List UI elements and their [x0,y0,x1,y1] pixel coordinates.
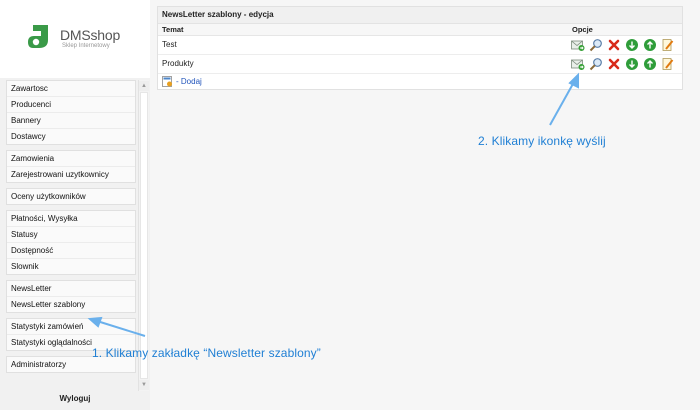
sidebar-item-dostepnosc[interactable]: Dostępność [7,243,135,259]
move-down-icon[interactable] [625,38,639,52]
dmsshop-logo-icon [28,25,48,48]
menu-group-settings: Płatności, Wysyłka Statusy Dostępność Sl… [6,210,136,275]
send-mail-icon[interactable] [571,57,585,71]
sidebar-scrollbar[interactable]: ▲ ▼ [138,80,149,391]
annotation-step-2: 2. Klikamy ikonkę wyślij [478,134,606,148]
sidebar-item-statystyki-zamowien[interactable]: Statystyki zamówień [7,319,135,335]
sidebar-item-zarejestrowani[interactable]: Zarejestrowani uzytkownicy [7,167,135,182]
sidebar-item-dostawcy[interactable]: Dostawcy [7,129,135,144]
panel-title: NewsLetter szablony - edycja [158,7,682,24]
table-header: Temat Opcje [158,24,682,36]
add-row: - Dodaj [158,74,682,90]
menu-group-content: Zawartosc Producenci Bannery Dostawcy [6,80,136,145]
edit-icon[interactable] [661,57,675,71]
add-document-icon[interactable] [162,76,173,87]
move-up-icon[interactable] [643,38,657,52]
scroll-down-icon[interactable]: ▼ [139,380,149,390]
sidebar-item-platnosci[interactable]: Płatności, Wysyłka [7,211,135,227]
menu-group-orders: Zamowienia Zarejestrowani uzytkownicy [6,150,136,183]
sidebar-item-slownik[interactable]: Slownik [7,259,135,274]
column-options: Opcje [572,25,593,34]
table-row: Test [158,36,682,55]
send-mail-icon[interactable] [571,38,585,52]
sidebar-item-producenci[interactable]: Producenci [7,97,135,113]
column-topic: Temat [162,25,184,34]
menu-group-ratings: Oceny użytkowników [6,188,136,205]
sidebar-item-oceny[interactable]: Oceny użytkowników [7,189,135,204]
newsletter-templates-panel: NewsLetter szablony - edycja Temat Opcje… [157,6,683,90]
menu-group-newsletter: NewsLetter NewsLetter szablony [6,280,136,313]
logo-text: DMSshop [60,27,121,43]
annotation-step-1: 1. Klikamy zakładkę “Newsletter szablony… [92,346,321,360]
template-name: Test [162,40,177,49]
sidebar-item-bannery[interactable]: Bannery [7,113,135,129]
preview-icon[interactable] [589,57,603,71]
sidebar-item-newsletter-szablony[interactable]: NewsLetter szablony [7,297,135,312]
table-row: Produkty [158,55,682,74]
move-up-icon[interactable] [643,57,657,71]
logo: DMSshop Sklep Internetowy [0,0,150,78]
delete-icon[interactable] [607,57,621,71]
template-name: Produkty [162,59,194,68]
sidebar-item-statusy[interactable]: Statusy [7,227,135,243]
move-down-icon[interactable] [625,57,639,71]
scroll-up-icon[interactable]: ▲ [139,81,149,91]
logo-tagline: Sklep Internetowy [62,43,110,49]
sidebar-item-zamowienia[interactable]: Zamowienia [7,151,135,167]
preview-icon[interactable] [589,38,603,52]
logout-link[interactable]: Wyloguj [0,394,150,403]
scroll-track[interactable] [140,92,148,379]
sidebar-item-newsletter[interactable]: NewsLetter [7,281,135,297]
delete-icon[interactable] [607,38,621,52]
sidebar-item-zawartosc[interactable]: Zawartosc [7,81,135,97]
edit-icon[interactable] [661,38,675,52]
add-template-link[interactable]: - Dodaj [176,74,202,90]
